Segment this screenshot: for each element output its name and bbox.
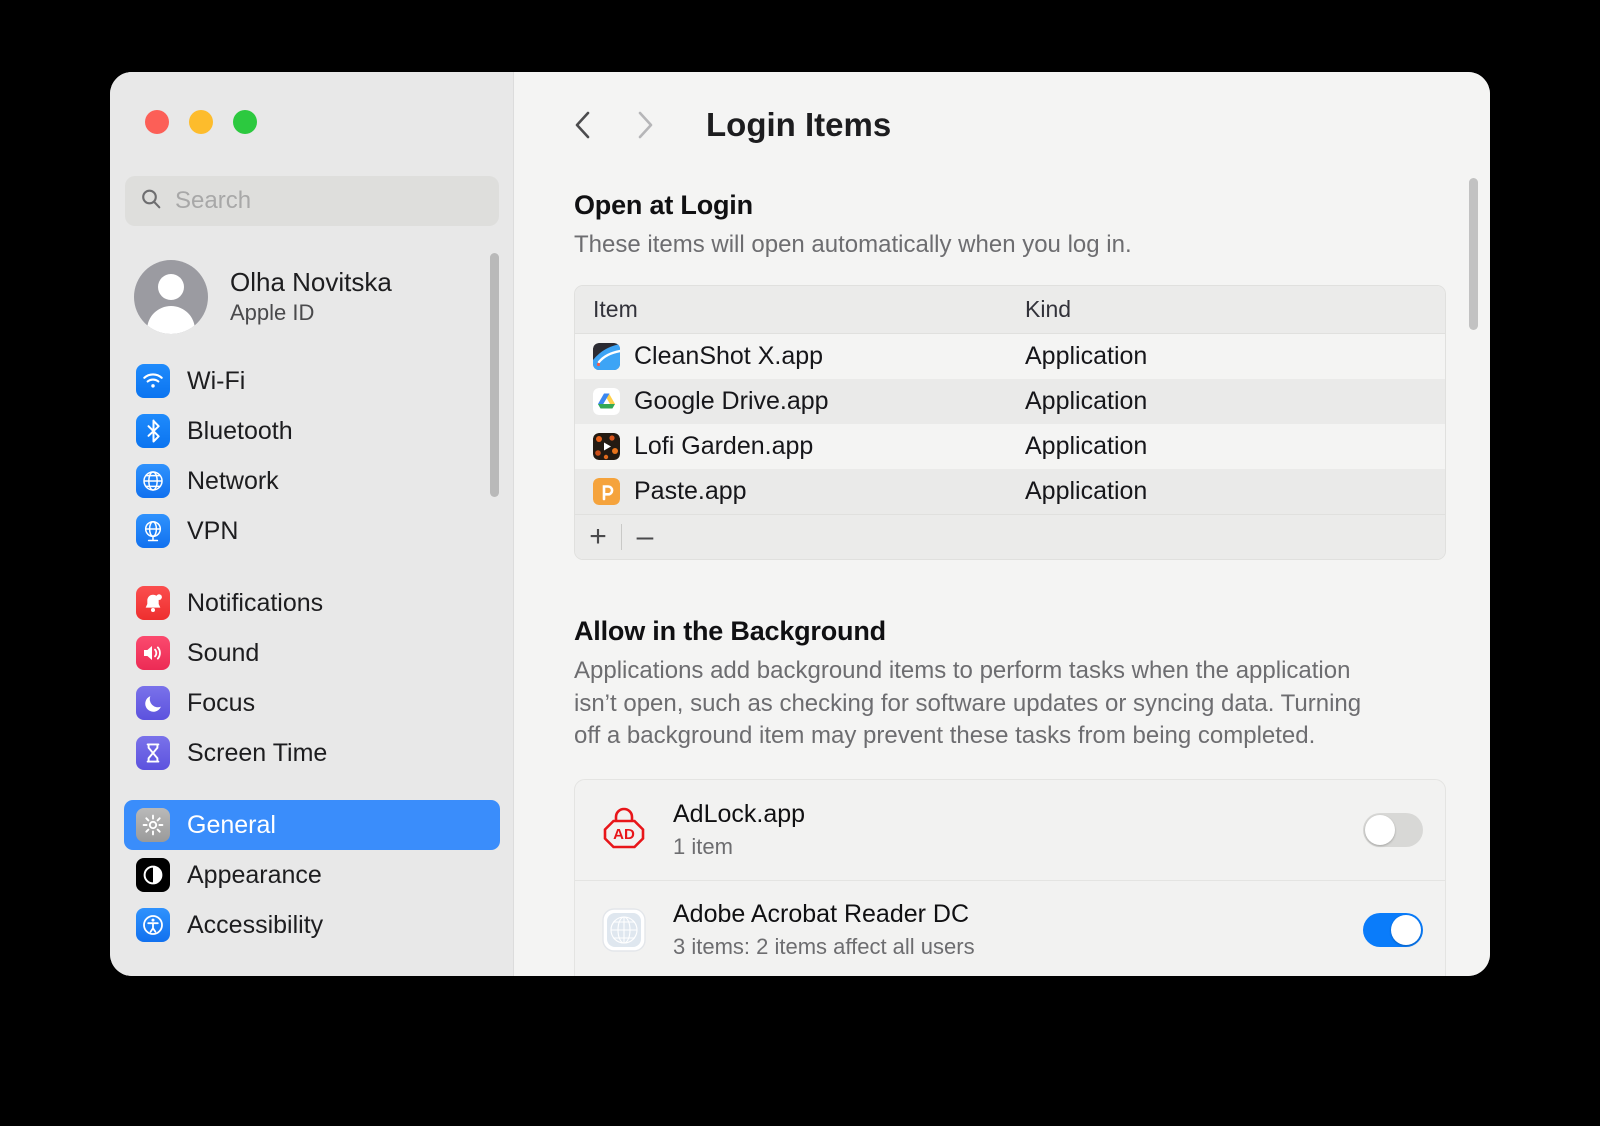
wifi-icon <box>136 364 170 398</box>
bluetooth-icon <box>136 414 170 448</box>
section-heading: Open at Login <box>574 190 1438 221</box>
search-icon <box>139 187 163 216</box>
chevron-right-icon[interactable] <box>628 108 662 142</box>
item-kind: Application <box>1025 477 1147 505</box>
account-subtitle: Apple ID <box>230 299 392 328</box>
sidebar-item-label: Wi-Fi <box>187 367 245 396</box>
contrast-icon <box>136 858 170 892</box>
item-name: Paste.app <box>634 477 747 506</box>
add-login-item-button[interactable]: + <box>575 515 621 560</box>
sidebar-item-label: VPN <box>187 517 238 546</box>
section-description: These items will open automatically when… <box>574 229 1438 261</box>
chevron-left-icon[interactable] <box>566 108 600 142</box>
item-name: Google Drive.app <box>634 387 829 416</box>
sidebar-item-appearance[interactable]: Appearance <box>124 850 500 900</box>
background-item-title: Adobe Acrobat Reader DC <box>673 900 1341 929</box>
paste-icon <box>593 478 620 505</box>
accessibility-icon <box>136 908 170 942</box>
lofi-garden-icon <box>593 433 620 460</box>
background-item-subtitle: 1 item <box>673 834 1341 860</box>
gear-icon <box>136 808 170 842</box>
avatar <box>134 260 208 334</box>
item-name: CleanShot X.app <box>634 342 823 371</box>
adlock-icon: AD <box>597 803 651 857</box>
maximize-button[interactable] <box>233 110 257 134</box>
account-row[interactable]: Olha Novitska Apple ID <box>110 238 514 356</box>
traffic-lights <box>145 110 257 134</box>
section-heading: Allow in the Background <box>574 616 1438 647</box>
speaker-icon <box>136 636 170 670</box>
background-item-row[interactable]: Adobe Acrobat Reader DC 3 items: 2 items… <box>575 880 1445 976</box>
cleanshot-icon <box>593 343 620 370</box>
sidebar-group-general: General Appearance <box>110 800 514 950</box>
sidebar-item-label: Screen Time <box>187 739 327 768</box>
sidebar-scroll-area: Olha Novitska Apple ID Wi-Fi <box>110 238 514 976</box>
sidebar-group-network: Wi-Fi Bluetooth <box>110 356 514 556</box>
sidebar-item-label: Accessibility <box>187 911 323 940</box>
bell-icon <box>136 586 170 620</box>
sidebar-item-label: General <box>187 811 276 840</box>
table-header: Item Kind <box>575 286 1445 334</box>
moon-icon <box>136 686 170 720</box>
close-button[interactable] <box>145 110 169 134</box>
sidebar-item-bluetooth[interactable]: Bluetooth <box>124 406 500 456</box>
google-drive-icon <box>593 388 620 415</box>
adobe-acrobat-icon <box>597 903 651 957</box>
sidebar-item-accessibility[interactable]: Accessibility <box>124 900 500 950</box>
background-items-list: AD AdLock.app 1 item <box>574 779 1446 976</box>
remove-login-item-button[interactable]: – <box>622 515 668 560</box>
toolbar: Login Items <box>514 72 1490 144</box>
sidebar-item-label: Focus <box>187 689 255 718</box>
sidebar-item-label: Network <box>187 467 279 496</box>
sidebar-item-notifications[interactable]: Notifications <box>124 578 500 628</box>
background-item-title: AdLock.app <box>673 800 1341 829</box>
hourglass-icon <box>136 736 170 770</box>
sidebar-item-label: Notifications <box>187 589 323 618</box>
item-kind: Application <box>1025 432 1147 460</box>
settings-content: Open at Login These items will open auto… <box>514 144 1490 976</box>
search-field[interactable] <box>125 176 499 226</box>
column-header-kind[interactable]: Kind <box>1025 296 1071 322</box>
table-row[interactable]: Lofi Garden.app Application <box>575 424 1445 469</box>
minimize-button[interactable] <box>189 110 213 134</box>
open-at-login-section: Open at Login These items will open auto… <box>574 190 1438 560</box>
item-kind: Application <box>1025 342 1147 370</box>
background-item-row[interactable]: AD AdLock.app 1 item <box>575 780 1445 880</box>
sidebar-item-label: Bluetooth <box>187 417 293 446</box>
sidebar-item-label: Appearance <box>187 861 322 890</box>
sidebar-item-focus[interactable]: Focus <box>124 678 500 728</box>
sidebar-item-vpn[interactable]: VPN <box>124 506 500 556</box>
sidebar-item-sound[interactable]: Sound <box>124 628 500 678</box>
item-kind: Application <box>1025 387 1147 415</box>
sidebar-item-screen-time[interactable]: Screen Time <box>124 728 500 778</box>
table-footer: + – <box>575 514 1445 559</box>
vpn-icon <box>136 514 170 548</box>
network-icon <box>136 464 170 498</box>
sidebar-item-wi-fi[interactable]: Wi-Fi <box>124 356 500 406</box>
sidebar-scrollbar[interactable] <box>490 253 499 497</box>
background-item-toggle[interactable] <box>1363 813 1423 847</box>
sidebar-item-general[interactable]: General <box>124 800 500 850</box>
section-description: Applications add background items to per… <box>574 655 1374 752</box>
item-name: Lofi Garden.app <box>634 432 813 461</box>
system-settings-window: Olha Novitska Apple ID Wi-Fi <box>110 72 1490 976</box>
search-input[interactable] <box>175 187 485 215</box>
column-header-item[interactable]: Item <box>593 296 638 322</box>
main-scrollbar[interactable] <box>1469 178 1478 330</box>
svg-text:AD: AD <box>613 826 635 843</box>
allow-background-section: Allow in the Background Applications add… <box>574 616 1438 976</box>
sidebar-group-system: Notifications Sound <box>110 578 514 778</box>
main-content: Login Items Open at Login These items wi… <box>514 72 1490 976</box>
table-row[interactable]: Google Drive.app Application <box>575 379 1445 424</box>
sidebar: Olha Novitska Apple ID Wi-Fi <box>110 72 514 976</box>
background-item-subtitle: 3 items: 2 items affect all users <box>673 934 1341 960</box>
sidebar-item-label: Sound <box>187 639 259 668</box>
table-row[interactable]: CleanShot X.app Application <box>575 334 1445 379</box>
table-row[interactable]: Paste.app Application <box>575 469 1445 514</box>
page-title: Login Items <box>706 106 891 144</box>
account-name: Olha Novitska <box>230 266 392 299</box>
background-item-toggle[interactable] <box>1363 913 1423 947</box>
sidebar-item-network[interactable]: Network <box>124 456 500 506</box>
login-items-table: Item Kind <box>574 285 1446 560</box>
